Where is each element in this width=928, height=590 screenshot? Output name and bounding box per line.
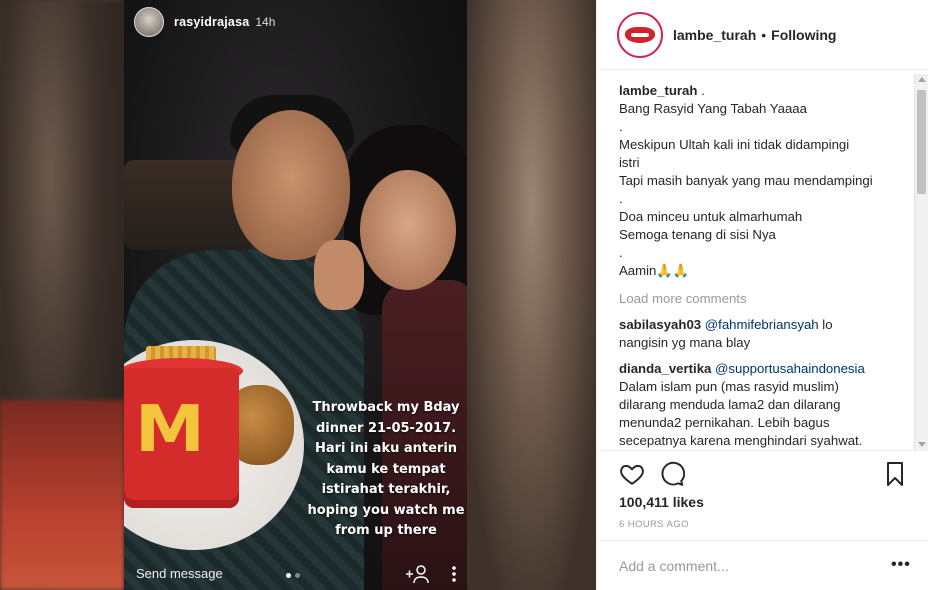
add-comment-bar: ••• — [597, 540, 928, 590]
comment-username[interactable]: dianda_vertika — [619, 361, 711, 376]
comment-icon[interactable] — [659, 461, 686, 487]
comment-line: nangisin yg mana blay — [619, 335, 751, 350]
caption-line: . — [619, 119, 623, 134]
caption-first-line: lambe_turah . — [619, 82, 911, 100]
mcdonalds-logo: M — [134, 393, 205, 467]
caption-line: Doa minceu untuk almarhumah — [619, 209, 803, 224]
caption-username[interactable]: lambe_turah — [619, 83, 697, 98]
comment-line: secepatnya karena menghindari syahwat. — [619, 433, 863, 448]
page-dot-active — [286, 573, 291, 578]
comment-item: sabilasyah03 @fahmifebriansyah lo nangis… — [619, 316, 911, 352]
add-comment-input[interactable] — [619, 558, 879, 574]
more-options-icon[interactable]: ••• — [891, 556, 911, 574]
story-caption-line: hoping you watch me — [307, 502, 465, 518]
comment-line: Dalam islam pun (mas rasyid muslim) — [619, 379, 839, 394]
comment-line: dilarang menduda lama2 dan dilarang — [619, 397, 841, 412]
bookmark-icon[interactable] — [883, 461, 907, 487]
story-caption: Throwback my Bday dinner 21-05-2017. Har… — [306, 398, 466, 542]
story-screenshot: M Throwback my Bday dinner 21-05-2017. H… — [124, 0, 467, 590]
heart-icon[interactable] — [619, 461, 645, 487]
story-caption-line: Throwback my Bday — [312, 400, 460, 415]
caption-line: Bang Rasyid Yang Tabah Yaaaa — [619, 101, 807, 116]
comment-first-line: sabilasyah03 @fahmifebriansyah lo — [619, 316, 911, 334]
story-caption-line: Hari ini aku anterin — [314, 441, 458, 456]
comment-username[interactable]: sabilasyah03 — [619, 317, 701, 332]
story-footer: Send message — [124, 560, 467, 590]
post-details-panel: lambe_turah • Following lambe_turah . Ba… — [596, 0, 928, 590]
story-caption-line: from up there — [335, 523, 437, 538]
story-page-indicator — [286, 573, 300, 578]
comment-line: menunda2 pernikahan. Lebih bagus — [619, 415, 830, 430]
story-timestamp: 14h — [255, 15, 276, 29]
story-caption-line: istirahat terakhir, — [321, 482, 451, 497]
caption-comment: lambe_turah . Bang Rasyid Yang Tabah Yaa… — [619, 82, 911, 280]
caption-text: . — [697, 83, 705, 98]
profile-avatar[interactable] — [617, 11, 663, 58]
story-caption-line: dinner 21-05-2017. — [315, 420, 457, 436]
comment-text: lo — [818, 317, 833, 332]
add-person-icon — [405, 564, 431, 584]
story-caption-line: kamu ke tempat — [326, 461, 446, 477]
hand — [314, 240, 364, 310]
scroll-up-arrow-icon[interactable] — [918, 77, 926, 82]
header-separator: • — [761, 26, 767, 43]
woman-face — [360, 170, 456, 290]
caption-line: istri — [619, 155, 640, 170]
story-header: rasyidrajasa 14h — [124, 0, 467, 44]
comments-scrollbar[interactable] — [914, 74, 928, 450]
caption-line: . — [619, 191, 623, 206]
caption-line: Tapi masih banyak yang mau mendampingi — [619, 173, 873, 188]
blurred-red-region — [0, 400, 124, 590]
lips-logo-icon — [625, 26, 655, 43]
comment-mention[interactable]: @supportusahaindonesia — [715, 361, 865, 376]
blurred-background-left — [0, 0, 124, 590]
post-photo[interactable]: M Throwback my Bday dinner 21-05-2017. H… — [0, 0, 596, 590]
scrollbar-thumb[interactable] — [917, 90, 926, 194]
send-message-input: Send message — [136, 566, 223, 581]
load-more-comments-link[interactable]: Load more comments — [619, 290, 911, 308]
man-face — [232, 110, 350, 260]
post-username[interactable]: lambe_turah — [673, 27, 756, 43]
post-timestamp: 6 HOURS AGO — [619, 519, 689, 530]
caption-line: . — [619, 245, 623, 260]
page-dot — [295, 573, 300, 578]
more-vertical-icon — [449, 564, 459, 584]
blurred-background-right — [467, 0, 596, 590]
scroll-down-arrow-icon[interactable] — [918, 442, 926, 447]
following-button[interactable]: Following — [771, 27, 836, 43]
caption-line: Meskipun Ultah kali ini tidak didampingi — [619, 137, 850, 152]
comments-list[interactable]: lambe_turah . Bang Rasyid Yang Tabah Yaa… — [619, 82, 911, 450]
comment-item: dianda_vertika @supportusahaindonesia Da… — [619, 360, 911, 450]
caption-line: Semoga tenang di sisi Nya — [619, 227, 776, 242]
comment-first-line: dianda_vertika @supportusahaindonesia — [619, 360, 911, 378]
post-header: lambe_turah • Following — [597, 0, 928, 70]
story-avatar — [134, 7, 164, 37]
caption-line: Aamin🙏🙏 — [619, 263, 690, 278]
likes-count[interactable]: 100,411 likes — [619, 494, 704, 510]
story-username: rasyidrajasa — [174, 15, 250, 29]
comment-mention[interactable]: @fahmifebriansyah — [705, 317, 819, 332]
post-actions-bar — [597, 450, 928, 496]
